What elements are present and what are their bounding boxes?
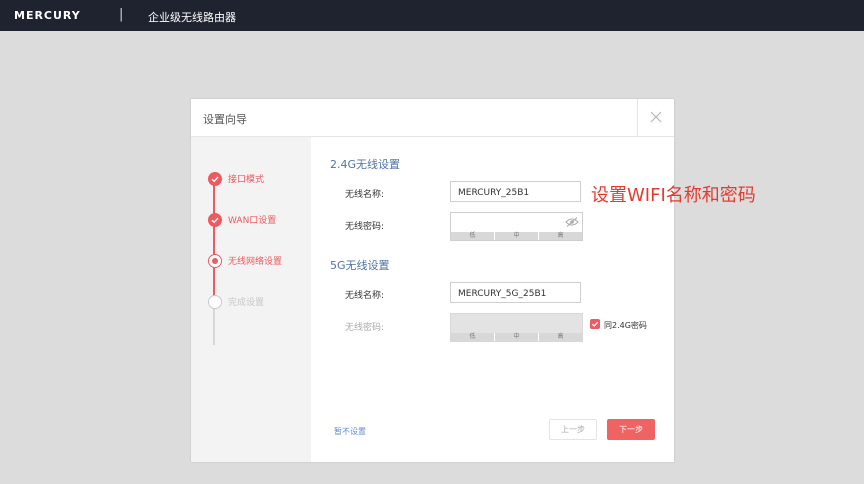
password-5g-label: 无线密码: bbox=[345, 323, 385, 333]
ssid-24g-input[interactable]: MERCURY_25B1 bbox=[450, 181, 581, 202]
close-button[interactable] bbox=[637, 99, 674, 136]
ssid-5g-label: 无线名称: bbox=[345, 291, 385, 301]
password-24g-label: 无线密码: bbox=[345, 222, 385, 232]
section-title-5g: 5G无线设置 bbox=[330, 259, 390, 272]
ssid-24g-label: 无线名称: bbox=[345, 190, 385, 200]
previous-step-button[interactable]: 上一步 bbox=[549, 419, 597, 440]
password-strength-meter: 低 中 高 bbox=[451, 333, 582, 341]
dialog-header: 设置向导 bbox=[191, 99, 674, 137]
check-icon bbox=[208, 172, 222, 186]
password-5g-input: 低 中 高 bbox=[450, 313, 583, 342]
skip-setup-link[interactable]: 暂不设置 bbox=[334, 426, 366, 437]
step-label: 无线网络设置 bbox=[228, 257, 283, 267]
password-24g-input[interactable]: 低 中 高 bbox=[450, 212, 583, 241]
current-step-icon bbox=[208, 254, 222, 268]
step-label: WAN口设置 bbox=[228, 216, 277, 226]
setup-wizard-dialog: 设置向导 接口模式 WAN口设置 无线网络设置 完成设置 2.4G无线设置 无线… bbox=[191, 99, 674, 462]
same-password-checkbox[interactable] bbox=[590, 319, 600, 329]
brand-logo: MERCURY bbox=[14, 9, 81, 22]
progress-line-done bbox=[213, 183, 215, 305]
top-bar: MERCURY | 企业级无线路由器 bbox=[0, 0, 864, 31]
close-icon[interactable] bbox=[649, 110, 663, 124]
strength-high: 高 bbox=[557, 232, 564, 239]
ssid-5g-input[interactable]: MERCURY_5G_25B1 bbox=[450, 282, 581, 303]
same-password-label[interactable]: 同2.4G密码 bbox=[604, 320, 647, 331]
next-step-button[interactable]: 下一步 bbox=[607, 419, 655, 440]
strength-high: 高 bbox=[557, 333, 564, 340]
section-title-24g: 2.4G无线设置 bbox=[330, 158, 401, 171]
strength-medium: 中 bbox=[495, 333, 539, 341]
check-icon bbox=[208, 213, 222, 227]
annotation-caption: 设置WIFI名称和密码 bbox=[591, 185, 756, 206]
product-name: 企业级无线路由器 bbox=[148, 11, 236, 24]
strength-low: 低 bbox=[451, 333, 495, 341]
step-label: 接口模式 bbox=[228, 175, 265, 185]
pending-step-icon bbox=[208, 295, 222, 309]
progress-line-todo bbox=[213, 305, 215, 345]
header-separator: | bbox=[119, 7, 124, 22]
dialog-title: 设置向导 bbox=[203, 113, 247, 126]
wizard-steps-sidebar: 接口模式 WAN口设置 无线网络设置 完成设置 bbox=[191, 137, 311, 462]
password-strength-meter: 低 中 高 bbox=[451, 232, 582, 240]
eye-hidden-icon[interactable] bbox=[565, 217, 579, 227]
checkmark-icon bbox=[591, 321, 599, 327]
step-label: 完成设置 bbox=[228, 298, 265, 308]
strength-low: 低 bbox=[451, 232, 495, 240]
strength-medium: 中 bbox=[495, 232, 539, 240]
